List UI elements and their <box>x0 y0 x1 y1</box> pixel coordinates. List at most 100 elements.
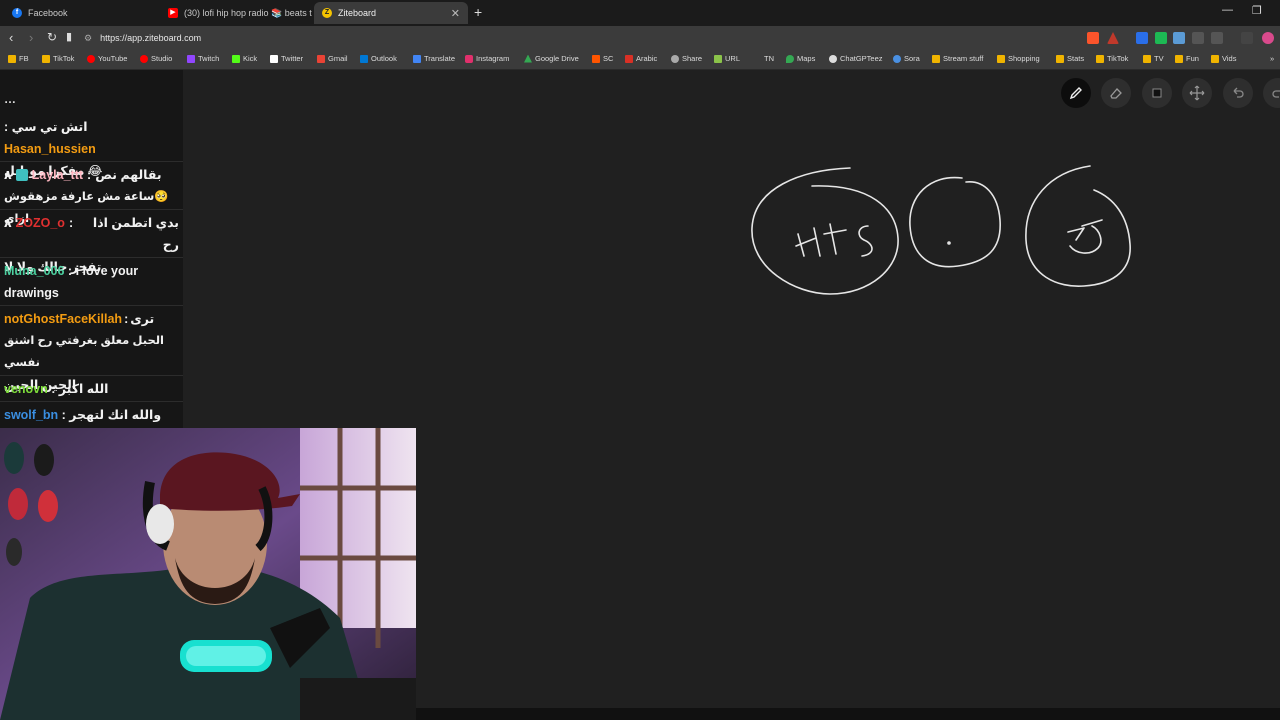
bookmark-maps[interactable]: Maps <box>786 54 815 63</box>
chat-separator: : <box>64 264 76 278</box>
eraser-tool-button[interactable] <box>1101 78 1131 108</box>
browser-tab-bar: f Facebook ▶ (30) lofi hip hop radio 📚 b… <box>0 0 1280 26</box>
folder-icon <box>42 54 50 63</box>
bookmark-label: SC <box>603 54 614 63</box>
bookmark-label: TikTok <box>53 54 75 63</box>
bookmark-stream-stuff[interactable]: Stream stuff <box>932 54 983 63</box>
bookmark-translate[interactable]: Translate <box>413 54 455 63</box>
share-icon <box>671 54 679 63</box>
bookmark-url[interactable]: URL <box>714 54 740 63</box>
chat-separator: : <box>68 216 74 230</box>
chat-message: ٨ Layla_ttt : بقالهم نص 🥺ساعة مش عارفة م… <box>0 164 183 225</box>
bookmark-arabic[interactable]: Arabic <box>625 54 657 63</box>
bookmark-google-drive[interactable]: Google Drive <box>524 54 579 63</box>
move-tool-button[interactable] <box>1182 78 1212 108</box>
extension-icon[interactable] <box>1155 32 1167 44</box>
bookmark-icon[interactable]: ▮ <box>66 30 72 43</box>
undo-button[interactable] <box>1223 78 1253 108</box>
webcam-feed-image <box>0 428 416 720</box>
bookmark-label: URL <box>725 54 741 63</box>
bookmark-vids[interactable]: Vids <box>1211 54 1236 63</box>
profile-avatar[interactable] <box>1262 32 1274 44</box>
bookmark-label: Instagram <box>476 54 510 63</box>
chat-message: Muna_006 : i love your drawings <box>0 260 183 306</box>
extension-icon[interactable] <box>1136 32 1148 44</box>
bookmark-label: Stats <box>1067 54 1085 63</box>
sidebar-icon[interactable] <box>1211 32 1223 44</box>
drive-icon <box>524 54 532 63</box>
bookmark-label: Twitch <box>198 54 220 63</box>
bookmark-tv[interactable]: TV <box>1143 54 1164 63</box>
maps-icon <box>786 54 794 63</box>
chat-username: ZOZO_o <box>15 216 65 230</box>
chat-separator: : <box>4 120 12 134</box>
bookmark-fun[interactable]: Fun <box>1175 54 1199 63</box>
bookmark-kick[interactable]: Kick <box>232 54 257 63</box>
shape-tool-button[interactable] <box>1142 78 1172 108</box>
chat-username: venovn <box>4 382 48 396</box>
bookmark-label: Arabic <box>636 54 658 63</box>
chat-badge: ٨ <box>4 168 12 182</box>
restore-icon[interactable]: ❐ <box>1252 4 1262 17</box>
bookmark-label: Stream stuff <box>943 54 984 63</box>
folder-icon <box>1175 54 1183 63</box>
bookmark-tn[interactable]: TN <box>764 54 774 63</box>
bookmark-tiktok[interactable]: TikTok <box>42 54 74 63</box>
circle-3-stroke <box>1025 165 1131 287</box>
pencil-tool-button[interactable] <box>1061 78 1091 108</box>
instagram-icon <box>465 54 473 63</box>
url-text: https://app.ziteboard.com <box>100 33 202 43</box>
site-info-icon[interactable]: ⚙ <box>84 33 92 44</box>
new-tab-button[interactable]: + <box>474 4 482 20</box>
address-bar[interactable]: ⚙ https://app.ziteboard.com <box>84 29 1074 47</box>
bookmark-tiktok-2[interactable]: TikTok <box>1096 54 1128 63</box>
bookmark-youtube[interactable]: YouTube <box>87 54 127 63</box>
chat-text: i love your <box>75 264 139 278</box>
bookmark-twitter[interactable]: Twitter <box>270 54 303 63</box>
chat-text-line2: drawings <box>4 286 59 300</box>
outlook-icon <box>360 54 368 63</box>
youtube-icon <box>87 54 95 63</box>
twitch-icon <box>187 54 195 63</box>
gmail-icon <box>317 54 325 63</box>
bookmark-sc[interactable]: SC <box>592 54 613 63</box>
browser-toolbar: ‹ › ↻ ▮ ⚙ https://app.ziteboard.com <box>0 26 1280 50</box>
bookmark-label: TikTok <box>1107 54 1129 63</box>
extensions-puzzle-icon[interactable] <box>1192 32 1204 44</box>
bookmark-sora[interactable]: Sora <box>893 54 920 63</box>
chat-text: الله اكبر <box>58 382 109 396</box>
bookmark-label: TN <box>764 54 774 63</box>
bookmark-twitch[interactable]: Twitch <box>187 54 219 63</box>
bookmark-studio[interactable]: Studio <box>140 54 172 63</box>
bookmark-label: YouTube <box>98 54 128 63</box>
bookmark-share[interactable]: Share <box>671 54 702 63</box>
facebook-icon: f <box>12 8 22 18</box>
bookmarks-overflow-button[interactable]: » <box>1270 54 1274 63</box>
brave-rewards-icon[interactable] <box>1107 32 1119 44</box>
bookmark-fb[interactable]: FB <box>8 54 29 63</box>
tab-facebook[interactable]: f Facebook <box>4 2 160 24</box>
tab-ziteboard[interactable]: Z Ziteboard ✕ <box>314 2 468 24</box>
bookmark-instagram[interactable]: Instagram <box>465 54 509 63</box>
letter-s-stroke <box>858 225 873 257</box>
chat-username: Muna_006 <box>4 264 65 278</box>
extension-icon[interactable] <box>1173 32 1185 44</box>
bookmark-label: Gmail <box>328 54 348 63</box>
translate-icon <box>413 54 421 63</box>
media-icon[interactable] <box>1241 32 1253 44</box>
tab-lofi-radio[interactable]: ▶ (30) lofi hip hop radio 📚 beats t <box>160 2 312 24</box>
close-icon[interactable]: ✕ <box>451 7 460 20</box>
bookmark-gmail[interactable]: Gmail <box>317 54 348 63</box>
forward-icon[interactable]: › <box>29 30 33 45</box>
bookmark-label: Twitter <box>281 54 304 63</box>
sora-icon <box>893 54 901 63</box>
bookmark-stats[interactable]: Stats <box>1056 54 1084 63</box>
bookmark-shopping[interactable]: Shopping <box>997 54 1040 63</box>
bookmark-outlook[interactable]: Outlook <box>360 54 397 63</box>
bookmark-label: TV <box>1154 54 1164 63</box>
reload-icon[interactable]: ↻ <box>47 30 57 44</box>
minimize-icon[interactable]: — <box>1222 4 1233 16</box>
back-icon[interactable]: ‹ <box>9 30 13 45</box>
brave-shield-icon[interactable] <box>1087 32 1099 44</box>
bookmark-chatgpteez[interactable]: ChatGPTeez <box>829 54 883 63</box>
